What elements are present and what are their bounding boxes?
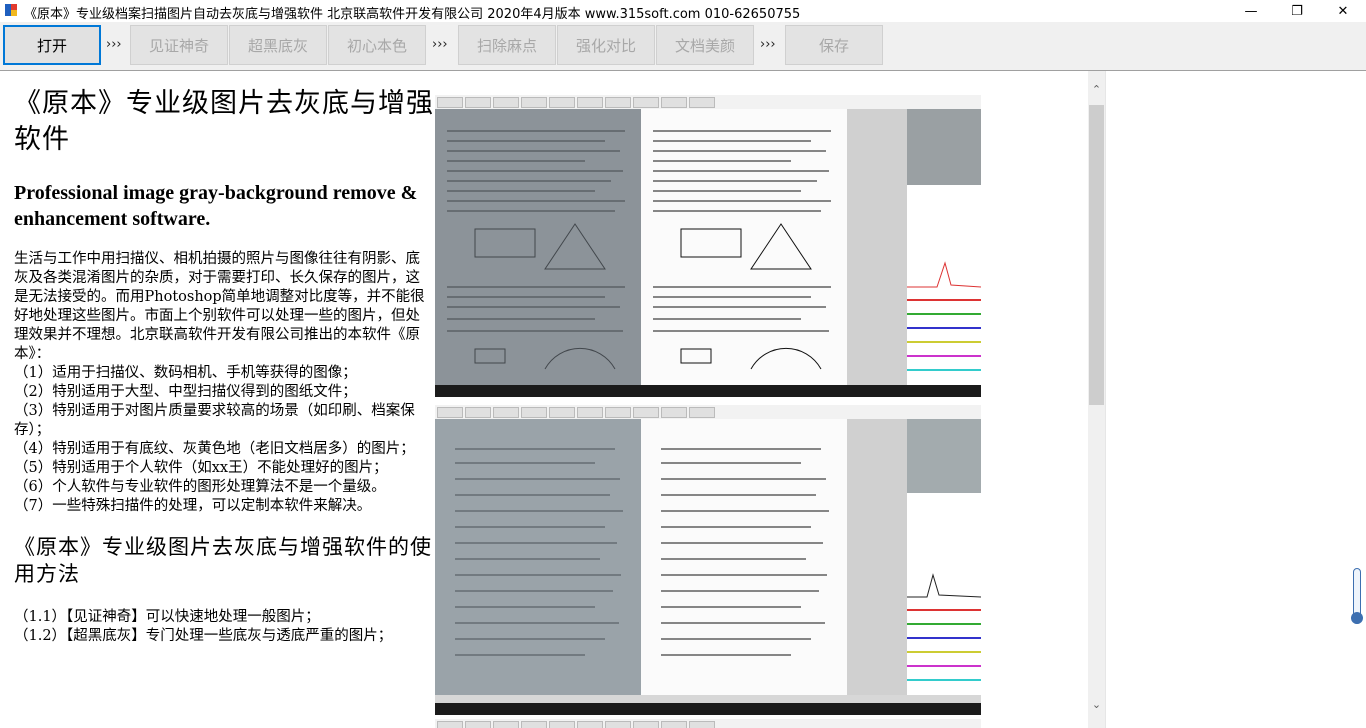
processed-scan-image <box>641 419 847 695</box>
feature-item: （2）特别适用于大型、中型扫描仪得到的图纸文件； <box>14 384 357 400</box>
intro-paragraph: 生活与工作中用扫描仪、相机拍摄的照片与图像往往有阴影、底灰及各类混淆图片的杂质，… <box>14 251 425 362</box>
page-title: 《原本》专业级图片去灰底与增强软件 <box>14 88 434 155</box>
save-button[interactable]: 保存 <box>785 25 883 65</box>
original-scan-image <box>435 419 641 695</box>
arrow-separator: ››› <box>432 37 448 52</box>
close-button[interactable]: ✕ <box>1320 0 1366 22</box>
example-screenshot <box>435 95 981 397</box>
feature-item: （4）特别适用于有底纹、灰黄色地（老旧文档居多）的图片； <box>14 441 415 457</box>
english-subtitle: Professional image gray-background remov… <box>14 182 418 230</box>
scroll-thumb[interactable] <box>1089 105 1104 405</box>
example-screenshot <box>435 719 981 728</box>
zoom-slider-knob[interactable] <box>1351 612 1363 624</box>
feature-item: （5）特别适用于个人软件（如xx王）不能处理好的图片； <box>14 460 388 476</box>
maximize-button[interactable]: ❐ <box>1274 0 1320 22</box>
histogram-panel <box>907 109 981 385</box>
intro-text: 《原本》专业级图片去灰底与增强软件 Professional image gra… <box>14 86 434 646</box>
original-scan-image <box>435 109 641 385</box>
feature-item: （1）适用于扫描仪、数码相机、手机等获得的图像； <box>14 365 357 381</box>
toolbar: 打开 ››› 见证神奇 超黑底灰 初心本色 ››› 扫除麻点 强化对比 文档美颜… <box>0 22 1366 71</box>
document-beautify-button[interactable]: 文档美颜 <box>656 25 754 65</box>
minimize-button[interactable]: — <box>1228 0 1274 22</box>
example-screenshot <box>435 405 981 715</box>
scroll-down-icon[interactable]: ⌄ <box>1088 696 1105 713</box>
histogram-panel <box>907 419 981 695</box>
feature-item: （3）特别适用于对图片质量要求较高的场景（如印刷、档案保存）； <box>14 403 415 438</box>
usage-title: 《原本》专业级图片去灰底与增强软件的使用方法 <box>14 535 432 586</box>
window-title: 《原本》专业级档案扫描图片自动去灰底与增强软件 北京联高软件开发有限公司 202… <box>24 7 801 22</box>
feature-item: （7）一些特殊扫描件的处理，可以定制本软件来解决。 <box>14 498 372 514</box>
open-button[interactable]: 打开 <box>3 25 101 65</box>
document-view: 《原本》专业级图片去灰底与增强软件 Professional image gra… <box>0 71 1088 728</box>
app-icon <box>5 4 17 16</box>
arrow-separator: ››› <box>760 37 776 52</box>
arrow-separator: ››› <box>106 37 122 52</box>
usage-item: （1.2）【超黑底灰】专门处理一些底灰与透底严重的图片； <box>14 628 393 644</box>
usage-item: （1.1）【见证神奇】可以快速地处理一般图片； <box>14 609 320 625</box>
witness-magic-button[interactable]: 见证神奇 <box>130 25 228 65</box>
vertical-scrollbar[interactable]: ⌃ ⌄ <box>1088 71 1105 728</box>
enhance-contrast-button[interactable]: 强化对比 <box>557 25 655 65</box>
scroll-up-icon[interactable]: ⌃ <box>1088 81 1105 98</box>
title-bar: 《原本》专业级档案扫描图片自动去灰底与增强软件 北京联高软件开发有限公司 202… <box>0 0 1366 22</box>
remove-spots-button[interactable]: 扫除麻点 <box>458 25 556 65</box>
processed-scan-image <box>641 109 847 385</box>
preview-pane <box>1105 71 1366 728</box>
super-black-gray-button[interactable]: 超黑底灰 <box>229 25 327 65</box>
feature-item: （6）个人软件与专业软件的图形处理算法不是一个量级。 <box>14 479 386 495</box>
original-color-button[interactable]: 初心本色 <box>328 25 426 65</box>
